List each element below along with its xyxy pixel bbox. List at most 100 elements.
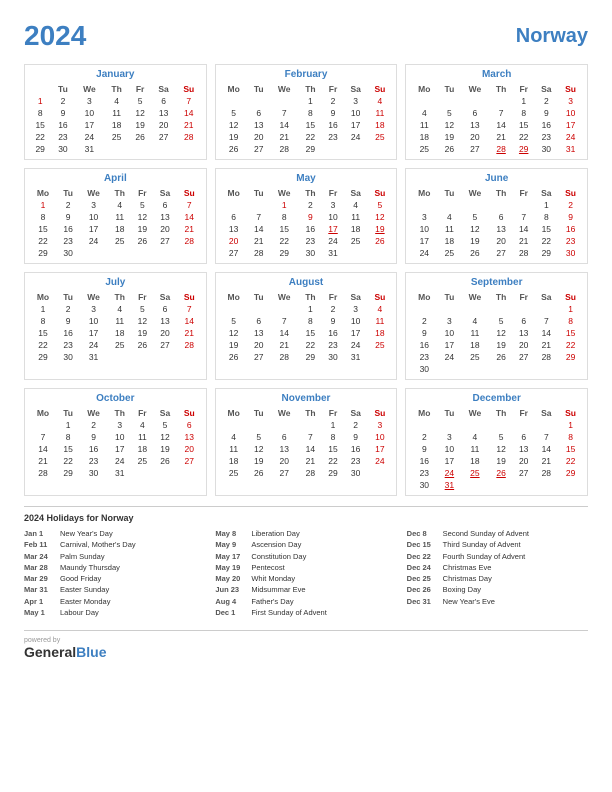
- cal-row: 78910111213: [29, 431, 202, 443]
- cal-header-cell: Su: [368, 291, 393, 303]
- cal-day-cell: 10: [322, 211, 344, 223]
- holiday-date: May 8: [215, 528, 247, 539]
- cal-header-cell: [29, 83, 51, 95]
- holiday-name: Liberation Day: [251, 528, 299, 539]
- cal-day-cell: 24: [74, 131, 104, 143]
- cal-day-cell: 3: [558, 95, 583, 107]
- cal-row: 6789101112: [220, 211, 393, 223]
- cal-day-cell: 2: [344, 419, 368, 431]
- cal-day-cell: 29: [558, 467, 583, 479]
- cal-day-cell: 24: [322, 235, 344, 247]
- holiday-name: New Year's Day: [60, 528, 113, 539]
- cal-day-cell: 27: [489, 247, 513, 259]
- cal-header-cell: Fr: [322, 407, 344, 419]
- month-name-february: February: [220, 69, 393, 80]
- cal-day-cell: [151, 143, 176, 155]
- cal-day-cell: 11: [108, 211, 132, 223]
- cal-day-cell: 27: [220, 247, 248, 259]
- holiday-col: May 8Liberation DayMay 9Ascension DayMay…: [215, 528, 396, 618]
- cal-row: MoTuWeThFrSaSu: [410, 407, 583, 419]
- holiday-date: Dec 31: [407, 596, 439, 607]
- cal-day-cell: 25: [220, 467, 248, 479]
- cal-day-cell: 20: [461, 131, 490, 143]
- cal-day-cell: 27: [153, 339, 177, 351]
- cal-row: MoTuWeThFrSaSu: [220, 407, 393, 419]
- holiday-date: Dec 1: [215, 607, 247, 618]
- cal-day-cell: 4: [461, 315, 490, 327]
- holiday-date: Dec 8: [407, 528, 439, 539]
- cal-day-cell: 19: [438, 131, 460, 143]
- cal-day-cell: 30: [558, 247, 583, 259]
- cal-day-cell: 29: [322, 467, 344, 479]
- cal-day-cell: 3: [79, 303, 108, 315]
- cal-day-cell: 22: [513, 131, 535, 143]
- cal-header-cell: Th: [104, 83, 129, 95]
- cal-day-cell: 28: [534, 467, 558, 479]
- cal-row: 15161718192021: [29, 119, 202, 131]
- cal-day-cell: [534, 363, 558, 375]
- cal-header-cell: Th: [299, 291, 323, 303]
- cal-day-cell: 1: [558, 303, 583, 315]
- cal-row: 22232425262728: [29, 235, 202, 247]
- cal-row: 12345: [220, 199, 393, 211]
- cal-day-cell: 31: [558, 143, 583, 155]
- cal-day-cell: [368, 143, 393, 155]
- cal-day-cell: 4: [344, 199, 368, 211]
- cal-day-cell: 1: [29, 95, 51, 107]
- cal-row: 16171819202122: [410, 339, 583, 351]
- cal-header-cell: Fr: [513, 83, 535, 95]
- cal-day-cell: 1: [299, 95, 323, 107]
- cal-day-cell: 5: [368, 199, 393, 211]
- cal-day-cell: [270, 303, 299, 315]
- cal-day-cell: 14: [270, 119, 299, 131]
- cal-day-cell: 27: [248, 351, 270, 363]
- cal-day-cell: 8: [29, 107, 51, 119]
- cal-day-cell: 14: [177, 315, 202, 327]
- cal-row: 12131415161718: [220, 119, 393, 131]
- cal-day-cell: 5: [489, 431, 513, 443]
- cal-day-cell: 19: [153, 443, 177, 455]
- cal-day-cell: 13: [248, 327, 270, 339]
- cal-day-cell: 21: [534, 455, 558, 467]
- holiday-name: Ascension Day: [251, 539, 301, 550]
- cal-header-cell: Fr: [513, 407, 535, 419]
- cal-day-cell: 13: [513, 443, 535, 455]
- cal-day-cell: 2: [57, 199, 79, 211]
- cal-day-cell: 16: [322, 119, 344, 131]
- cal-day-cell: 1: [29, 199, 57, 211]
- cal-day-cell: [368, 351, 393, 363]
- month-block-april: AprilMoTuWeThFrSaSu123456789101112131415…: [24, 168, 207, 264]
- cal-day-cell: [489, 95, 513, 107]
- cal-header-cell: Sa: [534, 83, 558, 95]
- month-block-march: MarchMoTuWeThFrSaSu123456789101112131415…: [405, 64, 588, 160]
- cal-day-cell: 7: [177, 303, 202, 315]
- cal-day-cell: [79, 247, 108, 259]
- cal-day-cell: 23: [534, 131, 558, 143]
- cal-day-cell: [153, 247, 177, 259]
- cal-day-cell: 28: [534, 351, 558, 363]
- cal-day-cell: 28: [176, 131, 202, 143]
- cal-day-cell: 26: [132, 235, 154, 247]
- cal-day-cell: 21: [299, 455, 323, 467]
- cal-header-cell: Sa: [153, 291, 177, 303]
- cal-day-cell: 23: [344, 455, 368, 467]
- cal-day-cell: 19: [489, 455, 513, 467]
- cal-table-april: MoTuWeThFrSaSu12345678910111213141516171…: [29, 187, 202, 259]
- cal-day-cell: 11: [108, 315, 132, 327]
- cal-day-cell: 1: [299, 303, 323, 315]
- cal-day-cell: 21: [177, 223, 202, 235]
- cal-day-cell: 19: [461, 235, 490, 247]
- cal-day-cell: 3: [438, 431, 460, 443]
- cal-day-cell: 7: [248, 211, 270, 223]
- cal-day-cell: 30: [57, 247, 79, 259]
- footer: powered by GeneralBlue: [24, 630, 588, 660]
- cal-day-cell: 29: [29, 351, 57, 363]
- cal-day-cell: 30: [534, 143, 558, 155]
- cal-table-september: MoTuWeThFrSaSu12345678910111213141516171…: [410, 291, 583, 375]
- cal-header-cell: Mo: [410, 407, 438, 419]
- cal-row: 891011121314: [29, 315, 202, 327]
- cal-row: 16171819202122: [410, 455, 583, 467]
- cal-day-cell: 8: [513, 107, 535, 119]
- month-name-december: December: [410, 393, 583, 404]
- cal-day-cell: [153, 351, 177, 363]
